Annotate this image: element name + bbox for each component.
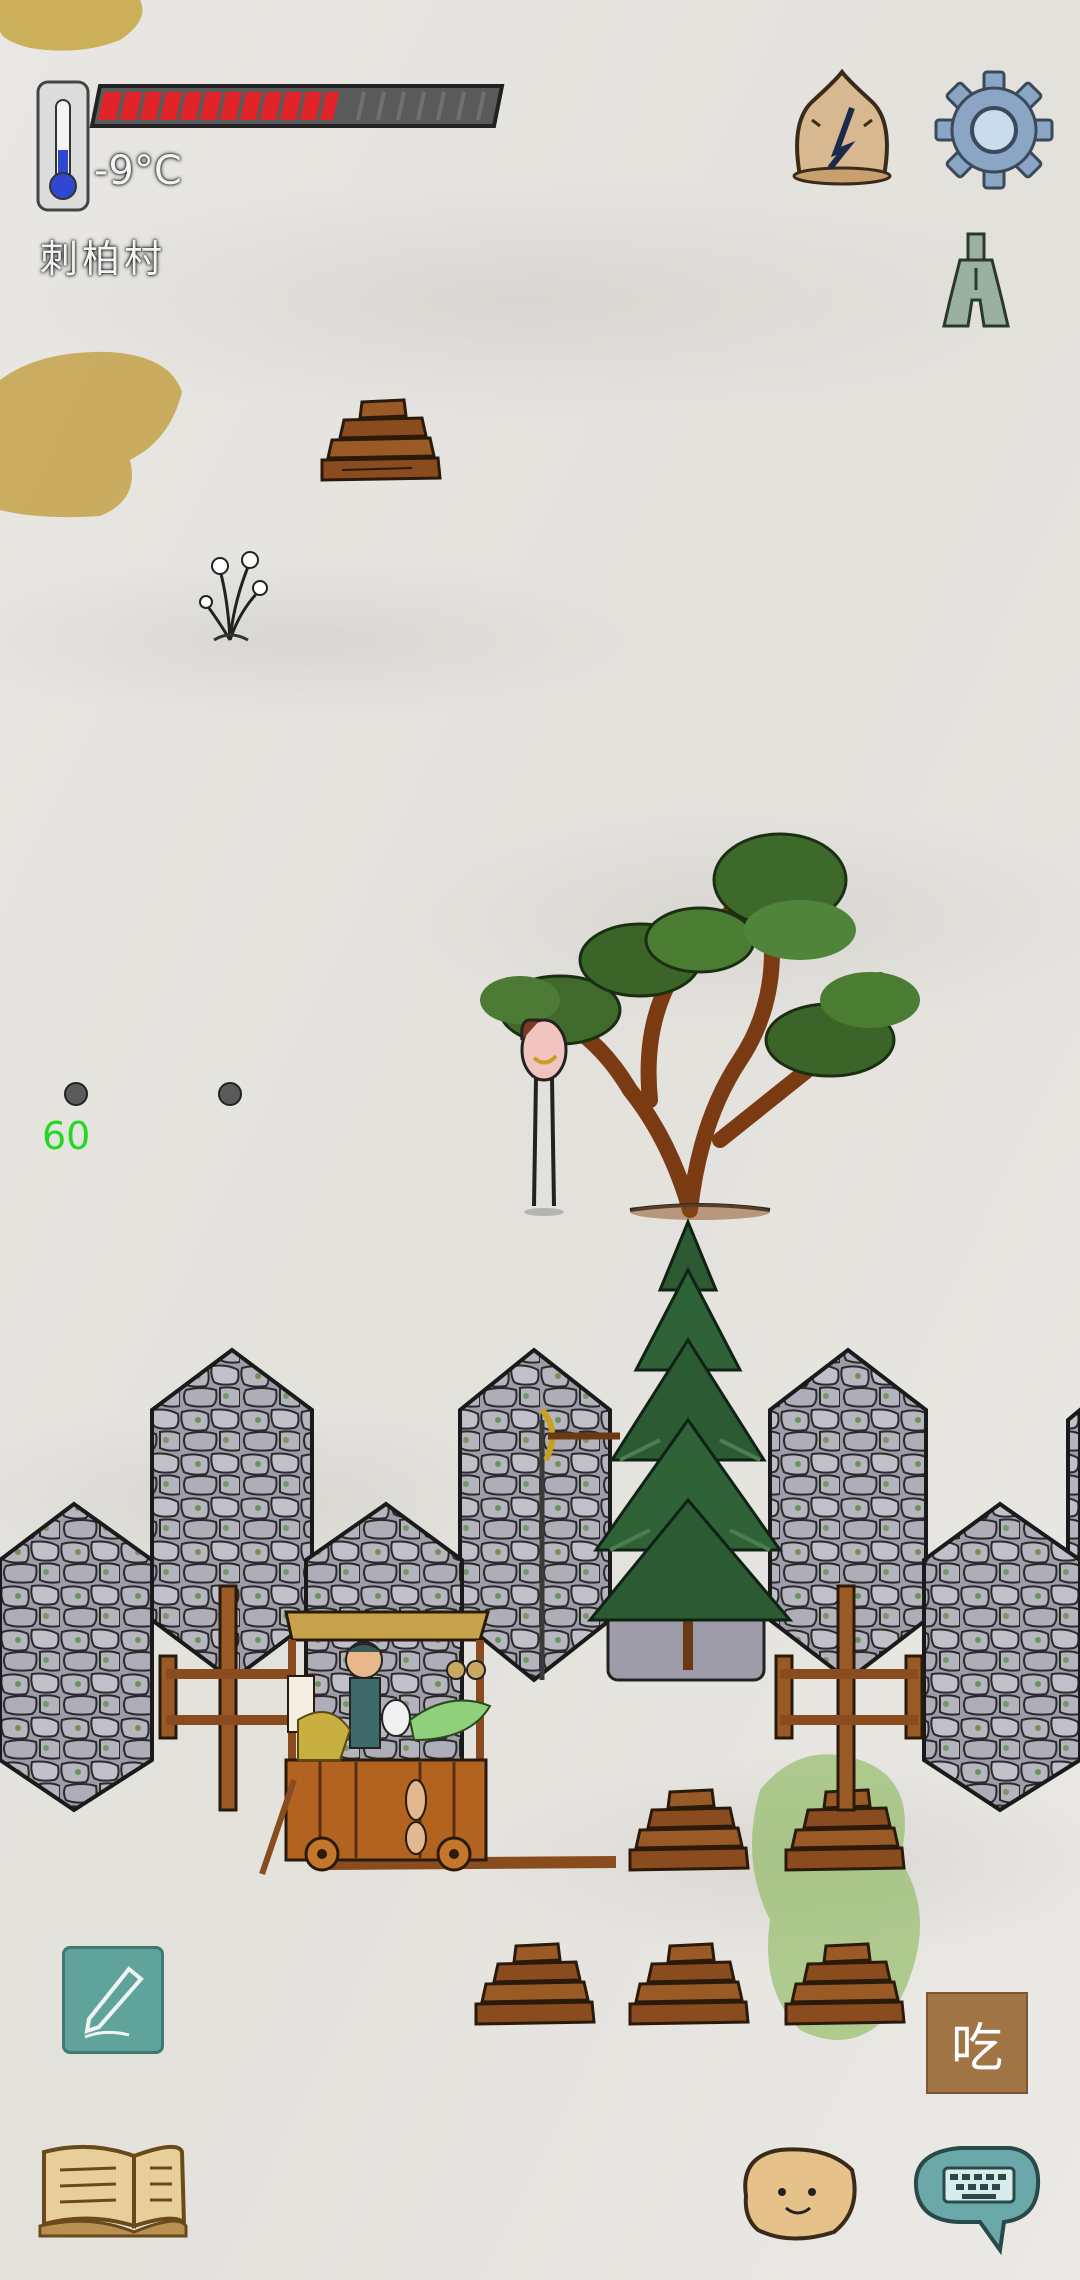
temperature-readout: -9°C [94,148,182,194]
small-stone[interactable] [64,1082,88,1106]
open-book-icon[interactable] [38,2144,188,2238]
small-stone[interactable] [218,1082,242,1106]
eat-button[interactable]: 吃 [926,1992,1028,2094]
pencil-icon [84,1966,144,2039]
gear-icon[interactable] [934,70,1054,190]
fps-counter: 60 [42,1114,91,1158]
location-name: 刺柏村 [40,237,167,281]
thermometer-icon [36,80,90,212]
game-world[interactable] [0,0,1080,2280]
note-button[interactable] [62,1946,164,2054]
smiley-face-icon[interactable] [743,2147,857,2241]
health-bar [89,84,505,128]
